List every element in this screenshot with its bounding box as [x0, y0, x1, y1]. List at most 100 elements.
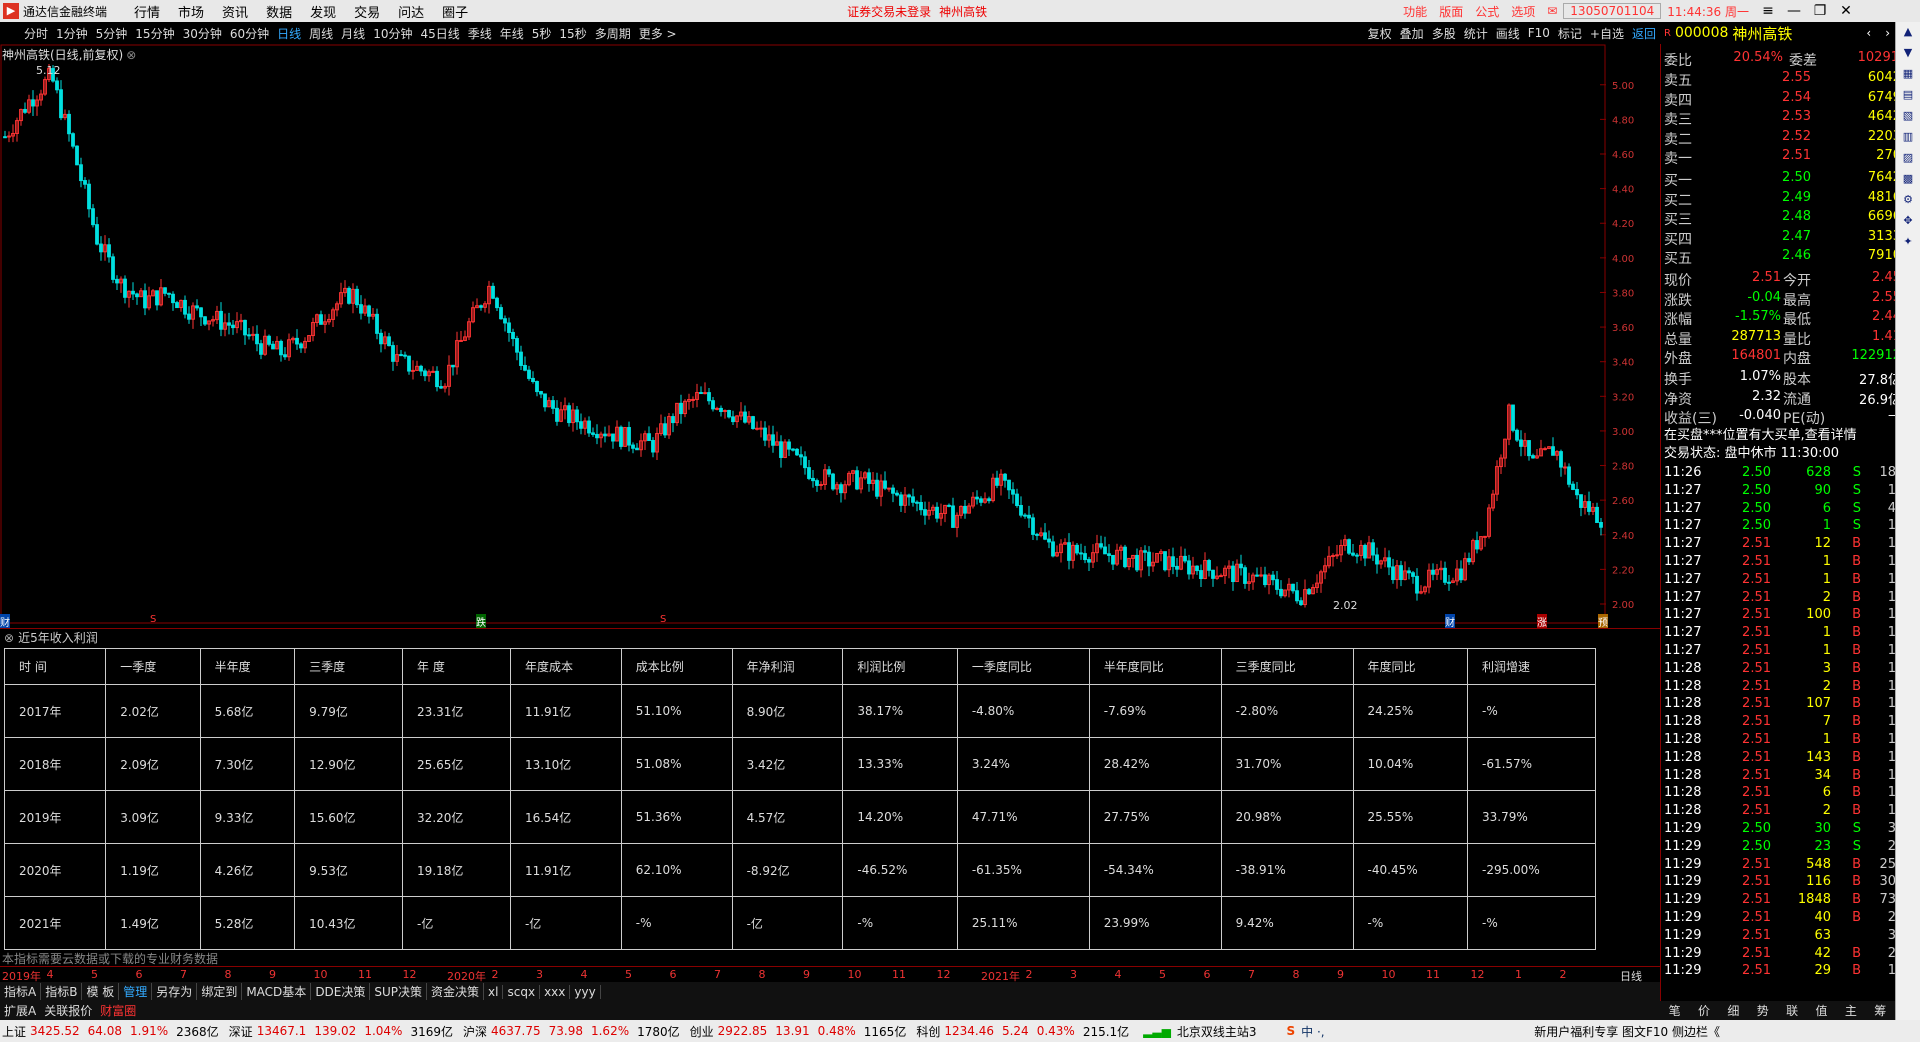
candle-body[interactable]: [1259, 574, 1263, 577]
candle-body[interactable]: [1027, 514, 1031, 519]
period-multi[interactable]: 多周期: [591, 25, 635, 42]
candle-body[interactable]: [195, 305, 199, 309]
candle-body[interactable]: [691, 398, 695, 401]
candle-body[interactable]: [555, 407, 559, 422]
menu-layout[interactable]: 版面: [1433, 3, 1469, 20]
menu-ask[interactable]: 问达: [389, 2, 433, 21]
candle-body[interactable]: [1143, 550, 1147, 553]
tab-manage[interactable]: 管理: [119, 983, 153, 1000]
candle-body[interactable]: [167, 292, 171, 295]
candle-body[interactable]: [67, 113, 71, 135]
tab-related-quote[interactable]: 关联报价: [40, 1002, 96, 1019]
candle-body[interactable]: [799, 454, 803, 458]
candle-body[interactable]: [1271, 574, 1275, 581]
candle-body[interactable]: [759, 427, 763, 430]
candle-body[interactable]: [1375, 554, 1379, 565]
candle-body[interactable]: [839, 484, 843, 494]
tab-wealth-circle[interactable]: 财富圈: [96, 1002, 140, 1019]
candle-body[interactable]: [1083, 553, 1087, 561]
period-5s[interactable]: 5秒: [528, 25, 556, 42]
candle-body[interactable]: [743, 411, 747, 423]
candle-body[interactable]: [963, 505, 967, 514]
candle-body[interactable]: [439, 386, 443, 389]
sidebar-tool-icon[interactable]: ⚙: [1897, 193, 1919, 211]
tool-multi[interactable]: 多股: [1428, 25, 1460, 42]
candle-body[interactable]: [1019, 504, 1023, 516]
candle-body[interactable]: [1415, 575, 1419, 594]
candle-body[interactable]: [1067, 542, 1071, 561]
candle-body[interactable]: [1371, 542, 1375, 556]
candle-body[interactable]: [1411, 572, 1415, 577]
candle-body[interactable]: [1003, 473, 1007, 481]
candle-body[interactable]: [411, 369, 415, 372]
tab-indicator-a[interactable]: 指标A: [0, 983, 42, 1000]
candle-body[interactable]: [359, 304, 363, 314]
candle-body[interactable]: [1431, 569, 1435, 575]
candle-body[interactable]: [1035, 533, 1039, 536]
candle-body[interactable]: [1219, 575, 1223, 578]
candle-body[interactable]: [91, 208, 95, 226]
marker-die[interactable]: 跌: [476, 614, 486, 629]
candle-body[interactable]: [1075, 544, 1079, 554]
candle-body[interactable]: [895, 492, 899, 496]
candle-body[interactable]: [1519, 439, 1523, 447]
candle-body[interactable]: [175, 302, 179, 309]
candle-body[interactable]: [627, 427, 631, 446]
candle-body[interactable]: [515, 338, 519, 353]
candle-body[interactable]: [1579, 494, 1583, 508]
candle-body[interactable]: [567, 405, 571, 424]
candle-body[interactable]: [355, 288, 359, 306]
candle-body[interactable]: [511, 331, 515, 340]
menu-options[interactable]: 选项: [1505, 3, 1541, 20]
candle-body[interactable]: [3, 136, 7, 139]
menu-trade[interactable]: 交易: [345, 2, 389, 21]
kline-chart[interactable]: 5.00 4.80 4.60 4.40 4.20 4.00 3.80 3.60 3.40 3.20…: [0, 44, 1660, 629]
news-ticker[interactable]: 新用户福利专享 图文F10 侧边栏《: [1534, 1023, 1720, 1040]
candle-body[interactable]: [779, 441, 783, 458]
tab-indicator-b[interactable]: 指标B: [41, 983, 83, 1000]
candle-body[interactable]: [711, 400, 715, 410]
candle-body[interactable]: [1051, 541, 1055, 557]
period-month[interactable]: 月线: [337, 25, 369, 42]
candle-body[interactable]: [1551, 446, 1555, 456]
tab-extend-a[interactable]: 扩展A: [0, 1002, 40, 1019]
candle-body[interactable]: [1387, 557, 1391, 568]
candle-body[interactable]: [1447, 581, 1451, 584]
candle-body[interactable]: [935, 506, 939, 519]
period-quarter[interactable]: 季线: [464, 25, 496, 42]
candle-body[interactable]: [803, 456, 807, 469]
candle-body[interactable]: [403, 354, 407, 357]
tab-fund[interactable]: 资金决策: [427, 983, 485, 1000]
candle-body[interactable]: [1111, 554, 1115, 565]
candle-body[interactable]: [1299, 600, 1303, 606]
period-30m[interactable]: 30分钟: [179, 25, 226, 42]
candle-body[interactable]: [271, 343, 275, 350]
menu-circle[interactable]: 圈子: [433, 2, 477, 21]
candle-body[interactable]: [1331, 555, 1335, 558]
rtab-chou[interactable]: 筹: [1866, 1002, 1895, 1019]
candle-body[interactable]: [787, 441, 791, 450]
menu-discover[interactable]: 发现: [301, 2, 345, 21]
tab-xl[interactable]: xl: [484, 984, 504, 999]
candle-body[interactable]: [907, 494, 911, 498]
candle-body[interactable]: [143, 290, 147, 309]
candle-body[interactable]: [367, 305, 371, 317]
candle-body[interactable]: [731, 416, 735, 423]
candle-body[interactable]: [187, 313, 191, 320]
candle-body[interactable]: [247, 334, 251, 337]
candle-body[interactable]: [79, 164, 83, 182]
candle-body[interactable]: [671, 416, 675, 424]
candle-body[interactable]: [535, 381, 539, 393]
candle-body[interactable]: [259, 343, 263, 355]
candle-body[interactable]: [979, 498, 983, 503]
tool-back[interactable]: 返回: [1628, 25, 1660, 42]
candle-body[interactable]: [899, 494, 903, 506]
tab-dde[interactable]: DDE决策: [311, 983, 371, 1000]
tab-macd[interactable]: MACD基本: [242, 983, 312, 1000]
candle-body[interactable]: [987, 498, 991, 502]
idx-sz-name[interactable]: 深证: [229, 1023, 253, 1040]
candle-body[interactable]: [1399, 565, 1403, 581]
candle-body[interactable]: [1391, 566, 1395, 581]
candle-body[interactable]: [1123, 546, 1127, 568]
candle-body[interactable]: [891, 487, 895, 494]
